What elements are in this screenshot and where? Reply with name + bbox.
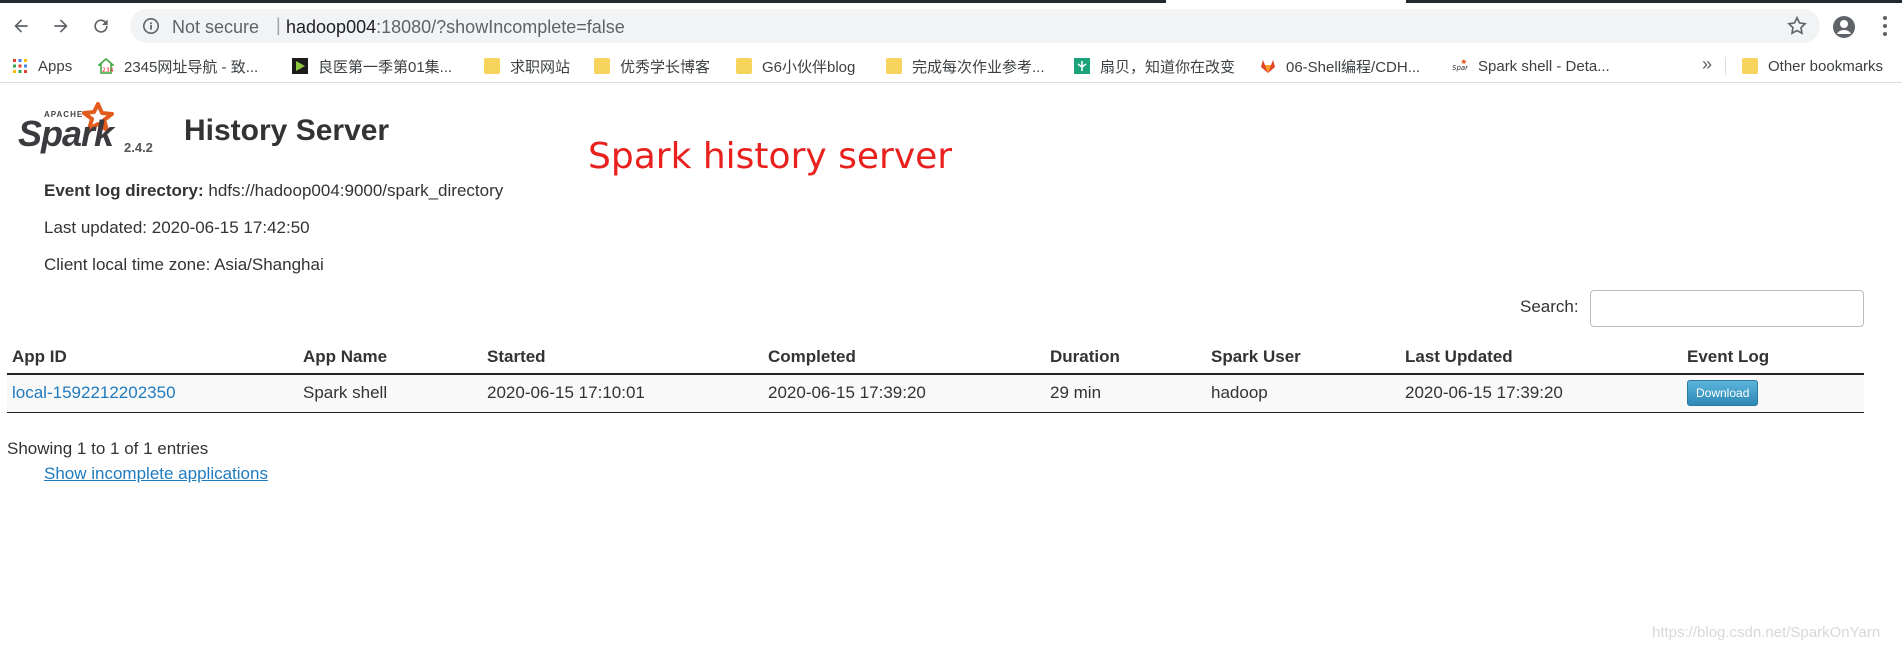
bookmark-label: Spark shell - Deta... — [1478, 57, 1610, 75]
cell-duration: 29 min — [1045, 374, 1206, 413]
folder-icon — [1742, 58, 1758, 74]
bookmark-video[interactable]: 良医第一季第01集... — [292, 56, 452, 76]
bookmark-spark-shell[interactable]: Spark Spark shell - Deta... — [1452, 56, 1610, 76]
bookmarks-overflow-chevron[interactable]: » — [1702, 54, 1712, 75]
column-header-started[interactable]: Started — [482, 340, 763, 375]
cell-last-updated: 2020-06-15 17:39:20 — [1400, 374, 1682, 413]
bookmark-folder-homework[interactable]: 完成每次作业参考... — [886, 56, 1045, 76]
download-button[interactable]: Download — [1687, 380, 1759, 407]
table-header-row: App ID App Name Started Completed Durati… — [7, 340, 1864, 375]
table-row: local-1592212202350 Spark shell 2020-06-… — [7, 374, 1864, 413]
spark-version: 2.4.2 — [124, 140, 153, 155]
bookmark-folder-jobs[interactable]: 求职网站 — [484, 56, 570, 76]
page-title: History Server — [184, 114, 390, 147]
2345-site-icon: 2345 — [98, 58, 114, 74]
bookmark-star-icon[interactable] — [1786, 15, 1808, 37]
column-header-app-id[interactable]: App ID — [7, 340, 298, 375]
bookmark-folder-g6[interactable]: G6小伙伴blog — [736, 56, 855, 76]
forward-arrow-icon[interactable] — [48, 13, 74, 39]
column-header-duration[interactable]: Duration — [1045, 340, 1206, 375]
event-log-value: hdfs://hadoop004:9000/spark_directory — [208, 181, 504, 200]
gitlab-icon — [1261, 60, 1275, 73]
profile-avatar-icon[interactable] — [1832, 15, 1856, 39]
cell-spark-user: hadoop — [1206, 374, 1400, 413]
cell-app-id: local-1592212202350 — [7, 374, 298, 413]
address-separator: | — [276, 15, 281, 35]
browser-menu-icon[interactable] — [1880, 13, 1890, 39]
app-id-link[interactable]: local-1592212202350 — [12, 383, 176, 402]
spark-logo[interactable]: APACHE Spark — [18, 102, 128, 158]
cell-started: 2020-06-15 17:10:01 — [482, 374, 763, 413]
folder-icon — [594, 58, 610, 74]
bookmark-label: 求职网站 — [510, 58, 571, 76]
bookmark-label: 06-Shell编程/CDH... — [1286, 58, 1421, 76]
url-host: hadoop004 — [286, 17, 377, 37]
bookmark-label: 2345网址导航 - 致... — [124, 58, 259, 76]
bookmark-gitlab[interactable]: 06-Shell编程/CDH... — [1260, 56, 1420, 76]
shanbay-icon — [1074, 58, 1090, 74]
url-path: :18080/?showIncomplete=false — [376, 17, 625, 37]
bookmark-label: 完成每次作业参考... — [912, 58, 1045, 76]
bookmark-shanbay[interactable]: 扇贝，知道你在改变 — [1074, 56, 1235, 76]
show-incomplete-link[interactable]: Show incomplete applications — [44, 464, 268, 484]
event-log-directory: Event log directory: hdfs://hadoop004:90… — [44, 181, 503, 201]
folder-icon — [736, 58, 752, 74]
bookmark-label: Other bookmarks — [1768, 57, 1884, 75]
bookmark-label: 优秀学长博客 — [620, 58, 711, 76]
column-header-completed[interactable]: Completed — [763, 340, 1045, 375]
video-site-icon — [292, 58, 308, 74]
time-zone-line: Client local time zone: Asia/Shanghai — [44, 255, 324, 274]
bookmark-label: Apps — [38, 57, 73, 75]
svg-text:Spark: Spark — [1452, 64, 1468, 72]
bookmarks-bar: Apps 2345 2345网址导航 - 致... 良医第一季第01集... 求… — [0, 49, 1902, 83]
not-secure-label: Not secure — [172, 17, 260, 37]
column-header-event-log[interactable]: Event Log — [1682, 340, 1864, 375]
column-header-app-name[interactable]: App Name — [298, 340, 482, 375]
address-url[interactable]: hadoop004:18080/?showIncomplete=false — [286, 17, 625, 38]
address-bar[interactable]: Not secure | hadoop004:18080/?showIncomp… — [130, 9, 1820, 43]
info-icon[interactable] — [142, 17, 160, 35]
folder-icon — [484, 58, 500, 74]
cell-app-name: Spark shell — [298, 374, 482, 413]
bookmark-label: 扇贝，知道你在改变 — [1100, 58, 1236, 76]
cell-completed: 2020-06-15 17:39:20 — [763, 374, 1045, 413]
entries-info: Showing 1 to 1 of 1 entries — [7, 439, 209, 458]
bookmark-label: 良医第一季第01集... — [318, 58, 453, 76]
bookmarks-divider — [1725, 57, 1726, 75]
folder-icon — [886, 58, 902, 74]
last-updated-line: Last updated: 2020-06-15 17:42:50 — [44, 218, 310, 237]
bookmark-label: G6小伙伴blog — [762, 58, 856, 76]
red-annotation-text: Spark history server — [588, 136, 953, 177]
search-input[interactable] — [1590, 290, 1864, 327]
svg-text:2345: 2345 — [102, 67, 114, 74]
applications-table: App ID App Name Started Completed Durati… — [7, 340, 1864, 413]
bookmark-apps[interactable]: Apps — [12, 56, 72, 76]
search-label: Search: — [1520, 297, 1579, 316]
watermark: https://blog.csdn.net/SparkOnYarn — [1652, 624, 1881, 641]
column-header-last-updated[interactable]: Last Updated — [1400, 340, 1682, 375]
spark-icon: Spark — [1452, 59, 1468, 72]
column-header-spark-user[interactable]: Spark User — [1206, 340, 1400, 375]
browser-toolbar: Not secure | hadoop004:18080/?showIncomp… — [0, 3, 1902, 49]
event-log-label: Event log directory: — [44, 181, 204, 200]
reload-icon[interactable] — [88, 13, 114, 39]
bookmark-other[interactable]: Other bookmarks — [1742, 56, 1883, 76]
apps-grid-icon — [13, 59, 27, 73]
back-arrow-icon[interactable] — [8, 13, 34, 39]
logo-spark-text: Spark — [18, 113, 116, 154]
bookmark-2345[interactable]: 2345 2345网址导航 - 致... — [98, 56, 258, 76]
cell-event-log: Download — [1682, 374, 1864, 413]
bookmark-folder-blogs[interactable]: 优秀学长博客 — [594, 56, 710, 76]
